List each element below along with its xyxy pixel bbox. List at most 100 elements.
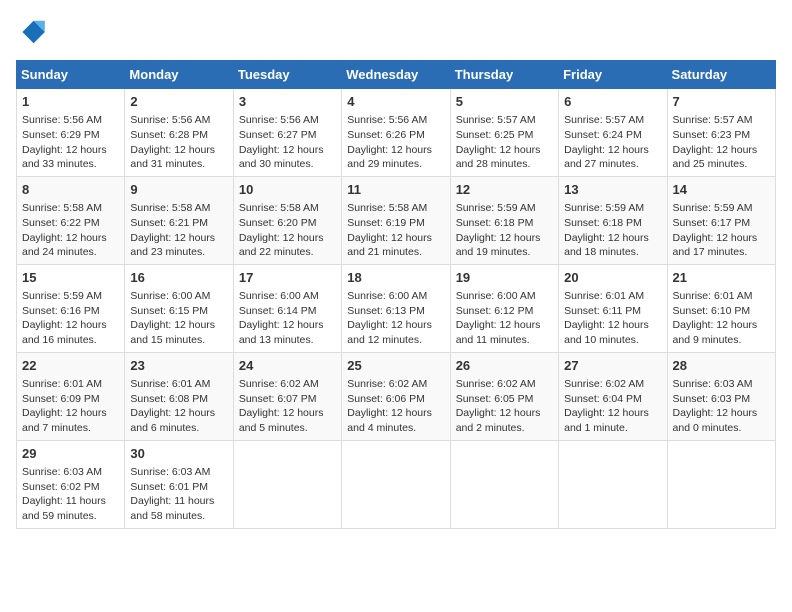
- sunrise: Sunrise: 6:02 AM: [347, 378, 427, 390]
- sunrise: Sunrise: 6:02 AM: [456, 378, 536, 390]
- day-number: 3: [239, 93, 336, 111]
- day-cell: [559, 440, 667, 528]
- sunrise: Sunrise: 5:59 AM: [673, 202, 753, 214]
- sunset: Sunset: 6:06 PM: [347, 393, 425, 405]
- header-tuesday: Tuesday: [233, 61, 341, 89]
- page-header: [16, 16, 776, 48]
- sunrise: Sunrise: 5:58 AM: [130, 202, 210, 214]
- day-number: 12: [456, 181, 553, 199]
- day-number: 23: [130, 357, 227, 375]
- day-cell: 18Sunrise: 6:00 AMSunset: 6:13 PMDayligh…: [342, 264, 450, 352]
- daylight: Daylight: 12 hours and 1 minute.: [564, 407, 649, 434]
- sunrise: Sunrise: 6:02 AM: [239, 378, 319, 390]
- logo: [16, 16, 52, 48]
- header-monday: Monday: [125, 61, 233, 89]
- day-cell: [667, 440, 775, 528]
- day-cell: 10Sunrise: 5:58 AMSunset: 6:20 PMDayligh…: [233, 176, 341, 264]
- sunrise: Sunrise: 5:57 AM: [456, 114, 536, 126]
- sunrise: Sunrise: 6:00 AM: [347, 290, 427, 302]
- day-cell: 16Sunrise: 6:00 AMSunset: 6:15 PMDayligh…: [125, 264, 233, 352]
- day-cell: 26Sunrise: 6:02 AMSunset: 6:05 PMDayligh…: [450, 352, 558, 440]
- day-number: 7: [673, 93, 770, 111]
- sunset: Sunset: 6:22 PM: [22, 217, 100, 229]
- day-number: 14: [673, 181, 770, 199]
- daylight: Daylight: 11 hours and 58 minutes.: [130, 495, 214, 522]
- sunset: Sunset: 6:04 PM: [564, 393, 642, 405]
- sunset: Sunset: 6:02 PM: [22, 481, 100, 493]
- sunrise: Sunrise: 6:01 AM: [564, 290, 644, 302]
- daylight: Daylight: 12 hours and 27 minutes.: [564, 144, 649, 171]
- day-number: 15: [22, 269, 119, 287]
- day-cell: 4Sunrise: 5:56 AMSunset: 6:26 PMDaylight…: [342, 89, 450, 177]
- daylight: Daylight: 12 hours and 19 minutes.: [456, 232, 541, 259]
- day-cell: 20Sunrise: 6:01 AMSunset: 6:11 PMDayligh…: [559, 264, 667, 352]
- header-friday: Friday: [559, 61, 667, 89]
- sunset: Sunset: 6:19 PM: [347, 217, 425, 229]
- sunset: Sunset: 6:18 PM: [564, 217, 642, 229]
- week-row-4: 22Sunrise: 6:01 AMSunset: 6:09 PMDayligh…: [17, 352, 776, 440]
- sunset: Sunset: 6:01 PM: [130, 481, 208, 493]
- day-number: 2: [130, 93, 227, 111]
- sunset: Sunset: 6:09 PM: [22, 393, 100, 405]
- sunrise: Sunrise: 6:03 AM: [673, 378, 753, 390]
- sunset: Sunset: 6:20 PM: [239, 217, 317, 229]
- day-number: 10: [239, 181, 336, 199]
- sunrise: Sunrise: 5:58 AM: [239, 202, 319, 214]
- header-sunday: Sunday: [17, 61, 125, 89]
- day-number: 6: [564, 93, 661, 111]
- daylight: Daylight: 12 hours and 12 minutes.: [347, 319, 432, 346]
- daylight: Daylight: 12 hours and 11 minutes.: [456, 319, 541, 346]
- daylight: Daylight: 12 hours and 31 minutes.: [130, 144, 215, 171]
- week-row-3: 15Sunrise: 5:59 AMSunset: 6:16 PMDayligh…: [17, 264, 776, 352]
- day-cell: 28Sunrise: 6:03 AMSunset: 6:03 PMDayligh…: [667, 352, 775, 440]
- day-cell: 14Sunrise: 5:59 AMSunset: 6:17 PMDayligh…: [667, 176, 775, 264]
- day-cell: [233, 440, 341, 528]
- day-cell: 29Sunrise: 6:03 AMSunset: 6:02 PMDayligh…: [17, 440, 125, 528]
- sunrise: Sunrise: 6:01 AM: [673, 290, 753, 302]
- day-cell: [342, 440, 450, 528]
- day-cell: 5Sunrise: 5:57 AMSunset: 6:25 PMDaylight…: [450, 89, 558, 177]
- sunrise: Sunrise: 5:56 AM: [22, 114, 102, 126]
- day-number: 29: [22, 445, 119, 463]
- sunrise: Sunrise: 6:01 AM: [130, 378, 210, 390]
- sunrise: Sunrise: 5:59 AM: [22, 290, 102, 302]
- day-cell: 6Sunrise: 5:57 AMSunset: 6:24 PMDaylight…: [559, 89, 667, 177]
- day-number: 1: [22, 93, 119, 111]
- daylight: Daylight: 12 hours and 33 minutes.: [22, 144, 107, 171]
- daylight: Daylight: 12 hours and 29 minutes.: [347, 144, 432, 171]
- daylight: Daylight: 12 hours and 30 minutes.: [239, 144, 324, 171]
- sunset: Sunset: 6:26 PM: [347, 129, 425, 141]
- daylight: Daylight: 12 hours and 24 minutes.: [22, 232, 107, 259]
- day-cell: 2Sunrise: 5:56 AMSunset: 6:28 PMDaylight…: [125, 89, 233, 177]
- sunrise: Sunrise: 6:00 AM: [239, 290, 319, 302]
- sunset: Sunset: 6:03 PM: [673, 393, 751, 405]
- calendar-header-row: SundayMondayTuesdayWednesdayThursdayFrid…: [17, 61, 776, 89]
- sunset: Sunset: 6:12 PM: [456, 305, 534, 317]
- sunrise: Sunrise: 6:03 AM: [130, 466, 210, 478]
- day-number: 30: [130, 445, 227, 463]
- sunrise: Sunrise: 5:59 AM: [456, 202, 536, 214]
- sunrise: Sunrise: 5:58 AM: [22, 202, 102, 214]
- logo-icon: [16, 16, 48, 48]
- daylight: Daylight: 12 hours and 17 minutes.: [673, 232, 758, 259]
- daylight: Daylight: 12 hours and 10 minutes.: [564, 319, 649, 346]
- day-cell: 15Sunrise: 5:59 AMSunset: 6:16 PMDayligh…: [17, 264, 125, 352]
- day-cell: 12Sunrise: 5:59 AMSunset: 6:18 PMDayligh…: [450, 176, 558, 264]
- sunrise: Sunrise: 5:57 AM: [673, 114, 753, 126]
- sunset: Sunset: 6:08 PM: [130, 393, 208, 405]
- sunset: Sunset: 6:14 PM: [239, 305, 317, 317]
- daylight: Daylight: 12 hours and 9 minutes.: [673, 319, 758, 346]
- week-row-1: 1Sunrise: 5:56 AMSunset: 6:29 PMDaylight…: [17, 89, 776, 177]
- day-number: 17: [239, 269, 336, 287]
- day-number: 24: [239, 357, 336, 375]
- week-row-5: 29 Sunrise: 6:03 AM Sunset: 6:02 PM Dayligh…: [17, 440, 776, 528]
- day-number: 25: [347, 357, 444, 375]
- day-cell: 1Sunrise: 5:56 AMSunset: 6:29 PMDaylight…: [17, 89, 125, 177]
- daylight: Daylight: 12 hours and 23 minutes.: [130, 232, 215, 259]
- sunrise: Sunrise: 5:56 AM: [130, 114, 210, 126]
- sunrise: Sunrise: 5:58 AM: [347, 202, 427, 214]
- daylight: Daylight: 12 hours and 18 minutes.: [564, 232, 649, 259]
- sunset: Sunset: 6:27 PM: [239, 129, 317, 141]
- day-cell: 30 Sunrise: 6:03 AM Sunset: 6:01 PM Dayligh…: [125, 440, 233, 528]
- daylight: Daylight: 12 hours and 16 minutes.: [22, 319, 107, 346]
